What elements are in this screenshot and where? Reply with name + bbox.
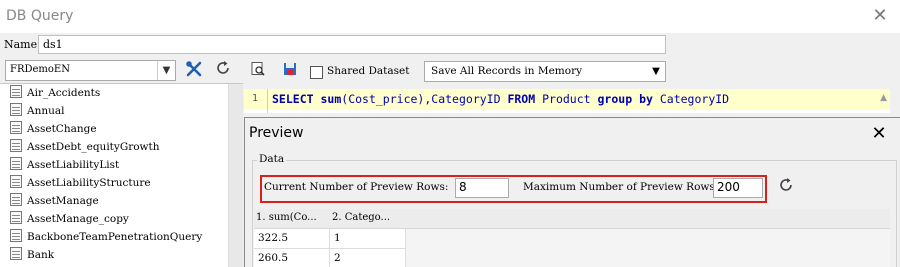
table-icon [10,157,22,170]
list-item[interactable]: AssetLiabilityList [10,156,119,174]
table-cell: 322.5 [254,229,330,249]
max-rows-label: Maximum Number of Preview Rows: [523,181,719,193]
table-icon [10,85,22,98]
list-item[interactable]: AssetManage [10,192,99,210]
line-number: 1 [252,93,259,104]
preview-table: 1. sum(Co... 2. Catego... 322.5 1 260.5 … [254,209,890,267]
list-item[interactable]: Annual [10,102,65,120]
refresh-icon[interactable] [776,177,796,197]
preview-dialog: Preview ✕ Data Current Number of Preview… [244,117,900,267]
datasource-toolbar: FRDemoEN ▼ [0,58,243,84]
table-icon [10,193,22,206]
table-icon [10,175,22,188]
sql-text[interactable]: SELECT sum(Cost_price),CategoryID FROM P… [272,92,729,106]
name-label: Name: [4,38,41,51]
list-item[interactable]: AssetChange [10,120,97,138]
table-icon [10,121,22,134]
datasource-select[interactable]: FRDemoEN ▼ [5,60,176,81]
shared-dataset-checkbox[interactable] [310,66,323,79]
shared-dataset-label: Shared Dataset [327,65,410,77]
table-cell: 2 [330,249,406,267]
close-icon[interactable]: ✕ [868,4,892,28]
list-item[interactable]: Bank [10,246,54,264]
preview-title: Preview [249,125,304,141]
save-mode-select[interactable]: Save All Records in Memory ▼ [424,61,666,82]
table-icon [10,139,22,152]
connection-settings-icon[interactable] [183,60,205,82]
table-list: Air_Accidents Annual AssetChange AssetDe… [0,84,228,267]
data-legend: Data [257,153,287,165]
list-item[interactable]: AssetManage_copy [10,210,129,228]
save-mode-value: Save All Records in Memory [431,65,583,77]
window-title: DB Query [6,8,74,24]
column-header[interactable]: 2. Catego... [332,212,390,223]
save-icon[interactable] [279,61,301,83]
name-row: Name: ds1 [0,33,900,55]
table-icon [10,247,22,260]
title-bar: DB Query ✕ [0,0,900,33]
max-rows-input[interactable]: 200 [713,178,763,198]
table-list-scrollbar[interactable] [228,84,243,267]
table-icon [10,211,22,224]
list-item[interactable]: AssetDebt_equityGrowth [10,138,160,156]
column-header[interactable]: 1. sum(Co... [256,212,317,223]
table-header: 1. sum(Co... 2. Catego... [254,209,890,229]
preview-icon[interactable] [247,61,269,83]
chevron-down-icon[interactable]: ▼ [647,62,665,81]
table-icon [10,229,22,242]
scroll-up-icon[interactable]: ▲ [880,93,887,103]
list-item[interactable]: BackboneTeamPenetrationQuery [10,228,202,246]
refresh-icon[interactable] [212,60,234,82]
gutter-separator [267,89,268,113]
chevron-down-icon[interactable]: ▼ [157,61,175,80]
datasource-select-value: FRDemoEN [10,64,70,75]
close-icon[interactable]: ✕ [867,122,891,146]
current-rows-input[interactable]: 8 [455,178,509,198]
table-cell: 260.5 [254,249,330,267]
list-item[interactable]: AssetLiabilityStructure [10,174,151,192]
name-input[interactable]: ds1 [38,35,666,54]
list-item[interactable]: Air_Accidents [10,84,100,102]
table-cell: 1 [330,229,406,249]
table-icon [10,103,22,116]
query-toolbar: Shared Dataset Save All Records in Memor… [244,58,890,86]
sql-editor[interactable]: 1 SELECT sum(Cost_price),CategoryID FROM… [244,89,890,113]
current-rows-label: Current Number of Preview Rows: [264,181,449,193]
